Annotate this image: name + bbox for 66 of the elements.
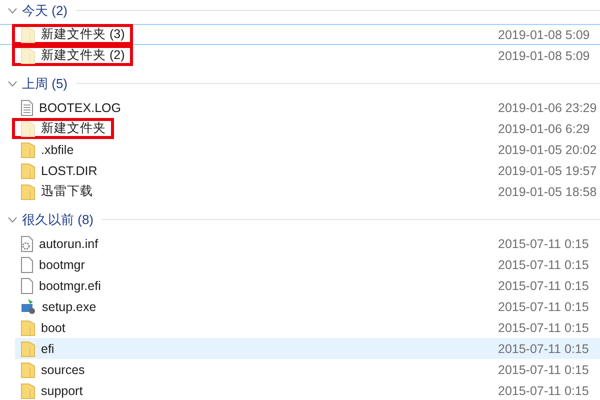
file-row[interactable]: 新建文件夹 (2) 2019-01-08 5:09 (15, 45, 600, 66)
modified-date: 2015-07-11 0:15 (498, 342, 589, 356)
file-row[interactable]: BOOTEX.LOG 2019-01-06 23:29 (15, 97, 600, 118)
modified-date: 2015-07-11 0:15 (498, 236, 589, 250)
folder-icon (21, 184, 35, 200)
file-name: 迅雷下载 (41, 183, 93, 200)
file-row[interactable]: bootmgr.efi 2015-07-11 0:15 (15, 275, 600, 296)
file-row[interactable]: support 2015-07-11 0:15 (15, 380, 600, 400)
file-row[interactable]: autorun.inf 2015-07-11 0:15 (15, 233, 600, 254)
file-row[interactable]: efi 2015-07-11 0:15 (15, 338, 600, 359)
modified-date: 2015-07-11 0:15 (498, 258, 589, 272)
group-title[interactable]: 上周 (5) (22, 74, 68, 92)
file-name: bootmgr (39, 258, 85, 272)
file-icon (21, 278, 33, 294)
folder-icon (21, 26, 35, 42)
modified-date: 2015-07-11 0:15 (498, 384, 589, 398)
folder-icon (21, 162, 35, 178)
modified-date: 2015-07-11 0:15 (498, 278, 589, 292)
modified-date: 2015-07-11 0:15 (498, 362, 589, 376)
file-name: 新建文件夹 (2) (41, 47, 125, 64)
modified-date: 2019-01-05 19:57 (498, 164, 597, 178)
file-name: boot (41, 320, 66, 334)
folder-icon (21, 120, 35, 136)
modified-date: 2019-01-05 20:02 (498, 142, 597, 156)
file-name: .xbfile (41, 142, 74, 156)
chevron-icon[interactable] (8, 216, 17, 222)
text-file-icon (21, 100, 33, 116)
file-name: sources (41, 362, 85, 376)
modified-date: 2019-01-08 5:09 (498, 28, 590, 42)
gear-file-icon (21, 236, 33, 252)
modified-date: 2019-01-06 23:29 (498, 100, 597, 114)
file-row[interactable]: setup.exe 2015-07-11 0:15 (15, 296, 600, 317)
folder-icon (21, 48, 35, 64)
modified-date: 2019-01-06 6:29 (498, 122, 590, 136)
file-name: bootmgr.efi (39, 278, 101, 292)
file-row[interactable]: 迅雷下载 2019-01-05 18:58 (15, 181, 600, 202)
file-row[interactable]: 新建文件夹 (3) 2019-01-08 5:09 (0, 24, 600, 45)
file-name: LOST.DIR (41, 164, 98, 178)
file-icon (21, 256, 33, 272)
modified-date: 2019-01-05 18:58 (498, 184, 597, 198)
file-name: efi (41, 342, 54, 356)
folder-icon (21, 142, 35, 158)
file-name: support (41, 384, 83, 398)
folder-icon (21, 382, 35, 398)
folder-icon (21, 362, 35, 378)
file-row[interactable]: sources 2015-07-11 0:15 (15, 359, 600, 380)
file-name: BOOTEX.LOG (39, 100, 121, 114)
file-row[interactable]: boot 2015-07-11 0:15 (15, 317, 600, 338)
group-title[interactable]: 今天 (2) (22, 2, 68, 20)
file-name: autorun.inf (39, 236, 98, 250)
file-name: setup.exe (42, 300, 96, 314)
folder-icon (21, 320, 35, 336)
file-row[interactable]: 新建文件夹 2019-01-06 6:29 (15, 118, 600, 139)
file-row[interactable]: .xbfile 2019-01-05 20:02 (15, 139, 600, 160)
group-title[interactable]: 很久以前 (8) (22, 210, 94, 228)
chevron-icon[interactable] (8, 80, 17, 86)
modified-date: 2015-07-11 0:15 (498, 300, 589, 314)
modified-date: 2019-01-08 5:09 (498, 48, 590, 62)
folder-icon (21, 340, 35, 356)
file-row[interactable]: LOST.DIR 2019-01-05 19:57 (15, 160, 600, 181)
chevron-icon[interactable] (8, 8, 17, 14)
file-name: 新建文件夹 (3) (41, 26, 125, 43)
file-row[interactable]: bootmgr 2015-07-11 0:15 (15, 254, 600, 275)
file-name: 新建文件夹 (41, 120, 106, 137)
installer-icon (21, 298, 36, 314)
modified-date: 2015-07-11 0:15 (498, 320, 589, 334)
